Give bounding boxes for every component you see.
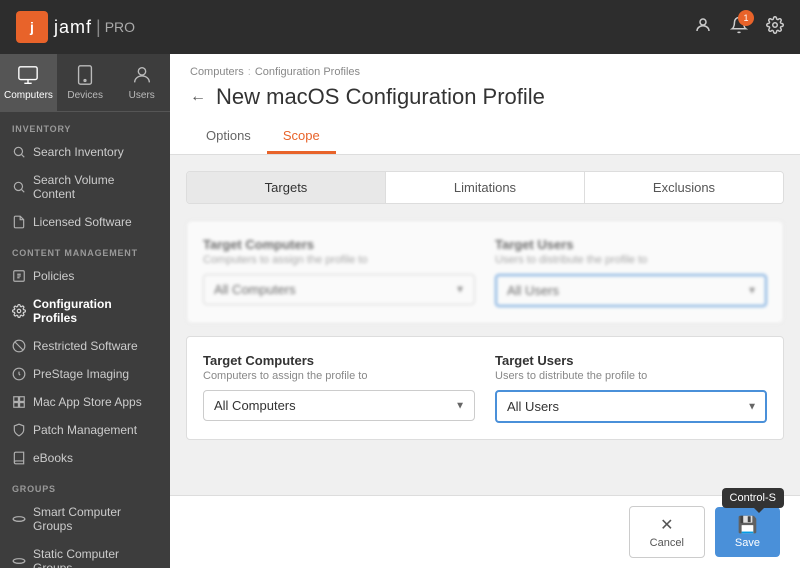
sidebar-item-label: Restricted Software — [33, 339, 138, 353]
jamf-logo-text: jamf — [54, 17, 92, 38]
sidebar-item-patch-management[interactable]: Patch Management — [0, 416, 170, 444]
user-icon[interactable] — [694, 16, 712, 39]
sidebar-item-label: Search Volume Content — [33, 173, 158, 201]
footer: Control-S ✕ Cancel 💾 Save — [170, 495, 800, 568]
sidebar-item-configuration-profiles[interactable]: Configuration Profiles — [0, 290, 170, 332]
main-layout: Computers Devices Users INVENTORY Search… — [0, 54, 800, 568]
sidebar-nav-users[interactable]: Users — [113, 54, 170, 111]
sub-tab-targets[interactable]: Targets — [187, 172, 386, 203]
sidebar-item-policies[interactable]: Policies — [0, 262, 170, 290]
sidebar-item-label: PreStage Imaging — [33, 367, 129, 381]
cancel-icon: ✕ — [660, 515, 673, 535]
sub-tab-exclusions[interactable]: Exclusions — [585, 172, 783, 203]
sidebar-item-search-inventory[interactable]: Search Inventory — [0, 138, 170, 166]
sidebar-nav-computers-label: Computers — [4, 90, 53, 101]
cancel-button[interactable]: ✕ Cancel — [629, 506, 705, 558]
sidebar-nav-users-label: Users — [129, 90, 155, 101]
target-computers-field-blurred: Target Computers Computers to assign the… — [203, 237, 475, 307]
content-header: Computers : Configuration Profiles ← New… — [170, 54, 800, 155]
sidebar-item-static-groups[interactable]: Static Computer Groups — [0, 540, 170, 568]
top-navigation: j jamf | PRO 1 — [0, 0, 800, 54]
select-arrow-icon: ▼ — [747, 285, 757, 296]
target-users-select[interactable]: All Users — [495, 274, 767, 307]
sidebar-item-restricted-software[interactable]: Restricted Software — [0, 332, 170, 360]
sidebar-section-inventory: INVENTORY — [0, 112, 170, 138]
save-icon: 💾 — [738, 515, 758, 535]
sidebar-item-label: Search Inventory — [33, 145, 124, 159]
back-button[interactable]: ← — [190, 88, 206, 106]
tab-options[interactable]: Options — [190, 120, 267, 154]
jamf-pro-label: PRO — [105, 19, 135, 35]
sidebar-nav-computers[interactable]: Computers — [0, 54, 57, 111]
target-section-blurred: Target Computers Computers to assign the… — [186, 220, 784, 324]
breadcrumb: Computers : Configuration Profiles — [190, 66, 780, 78]
sidebar-item-prestage-imaging[interactable]: PreStage Imaging — [0, 360, 170, 388]
cancel-label: Cancel — [650, 537, 684, 549]
content-area: Computers : Configuration Profiles ← New… — [170, 54, 800, 568]
logo-divider: | — [96, 17, 101, 38]
sidebar-nav-devices[interactable]: Devices — [57, 54, 114, 111]
settings-icon[interactable] — [766, 16, 784, 39]
sidebar-item-label: Patch Management — [33, 423, 137, 437]
top-nav-icons: 1 — [694, 16, 784, 39]
sidebar-nav-icons: Computers Devices Users — [0, 54, 170, 112]
target-computers-select[interactable]: All Computers — [203, 274, 475, 305]
sidebar-item-label: Static Computer Groups — [33, 547, 158, 568]
target-users-label: Target Users — [495, 353, 767, 368]
target-computers-select-main[interactable]: All Computers Specific Computers — [203, 390, 475, 421]
breadcrumb-current: Configuration Profiles — [255, 66, 360, 78]
target-computers-field: Target Computers Computers to assign the… — [203, 353, 475, 423]
sidebar-item-label: eBooks — [33, 451, 73, 465]
target-computers-label: Target Computers — [203, 353, 475, 368]
target-users-sublabel: Users to distribute the profile to — [495, 254, 767, 266]
sidebar-item-smart-groups[interactable]: Smart Computer Groups — [0, 498, 170, 540]
sidebar-nav-devices-label: Devices — [67, 90, 103, 101]
sidebar-item-mac-app-store[interactable]: Mac App Store Apps — [0, 388, 170, 416]
sidebar-item-label: Policies — [33, 269, 74, 283]
target-users-sublabel: Users to distribute the profile to — [495, 370, 767, 382]
keyboard-shortcut-tooltip: Control-S — [722, 488, 784, 508]
jamf-logo: j jamf | PRO — [16, 11, 135, 43]
page-title-row: ← New macOS Configuration Profile — [190, 84, 780, 110]
tabs-row: Options Scope — [190, 120, 780, 154]
sub-tabs: Targets Limitations Exclusions — [186, 171, 784, 204]
notification-badge: 1 — [738, 10, 754, 26]
page-title: New macOS Configuration Profile — [216, 84, 545, 110]
sidebar-item-label: Licensed Software — [33, 215, 132, 229]
target-section: Target Computers Computers to assign the… — [186, 336, 784, 440]
breadcrumb-separator: : — [248, 66, 251, 78]
sidebar-item-licensed-software[interactable]: Licensed Software — [0, 208, 170, 236]
tab-scope[interactable]: Scope — [267, 120, 336, 154]
target-users-label: Target Users — [495, 237, 767, 252]
notification-icon[interactable]: 1 — [730, 16, 748, 39]
scope-content: Targets Limitations Exclusions Target Co… — [170, 155, 800, 495]
select-arrow-icon: ▼ — [455, 284, 465, 295]
target-computers-label: Target Computers — [203, 237, 475, 252]
target-users-field: Target Users Users to distribute the pro… — [495, 353, 767, 423]
sidebar-item-label: Smart Computer Groups — [33, 505, 158, 533]
save-label: Save — [735, 537, 760, 549]
sidebar-section-groups: GROUPS — [0, 472, 170, 498]
sidebar-item-label: Mac App Store Apps — [33, 395, 142, 409]
sub-tab-limitations[interactable]: Limitations — [386, 172, 585, 203]
sidebar-item-search-volume[interactable]: Search Volume Content — [0, 166, 170, 208]
sidebar-section-content: CONTENT MANAGEMENT — [0, 236, 170, 262]
sidebar: Computers Devices Users INVENTORY Search… — [0, 54, 170, 568]
jamf-logo-icon: j — [16, 11, 48, 43]
sidebar-item-label: Configuration Profiles — [33, 297, 158, 325]
target-computers-sublabel: Computers to assign the profile to — [203, 370, 475, 382]
breadcrumb-parent: Computers — [190, 66, 244, 78]
save-button[interactable]: 💾 Save — [715, 507, 780, 557]
target-users-select-main[interactable]: All Users Specific Users — [495, 390, 767, 423]
target-computers-sublabel: Computers to assign the profile to — [203, 254, 475, 266]
sidebar-item-ebooks[interactable]: eBooks — [0, 444, 170, 472]
target-users-field-blurred: Target Users Users to distribute the pro… — [495, 237, 767, 307]
